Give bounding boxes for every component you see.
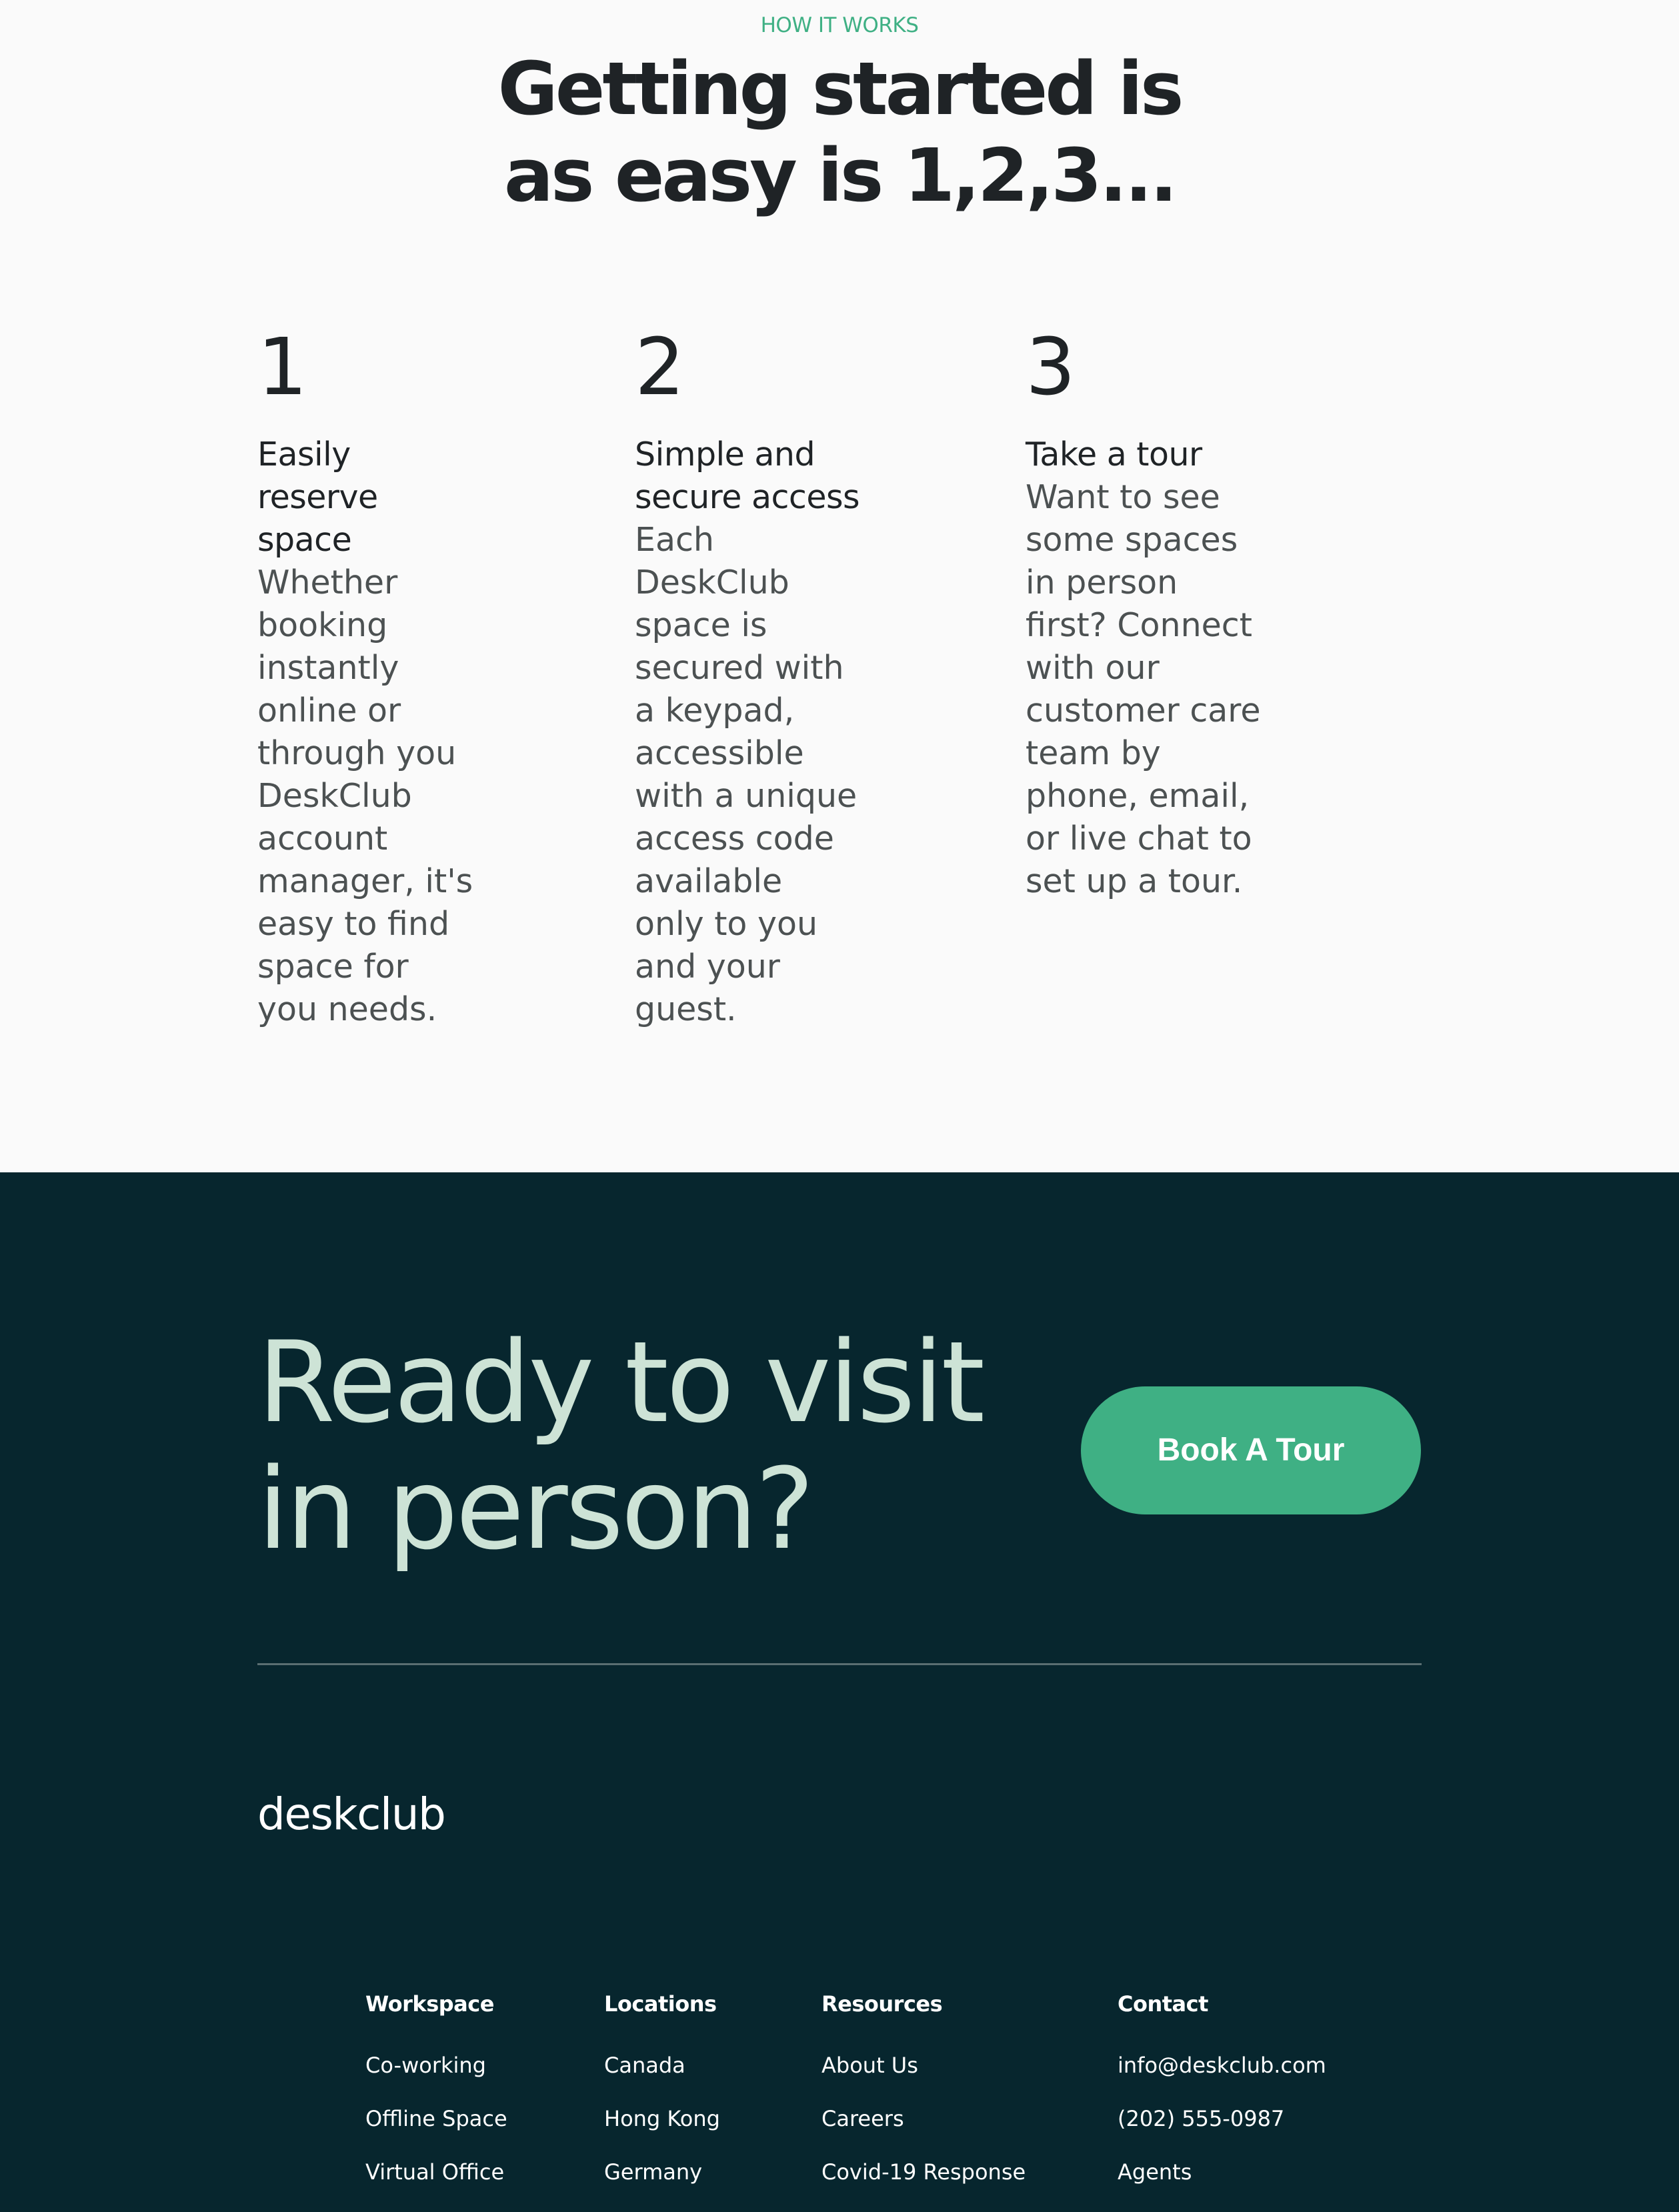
footer-column-locations: Locations Canada Hong Kong Germany xyxy=(604,1991,720,2212)
footer-link-offline-space[interactable]: Offline Space xyxy=(365,2105,507,2132)
footer-divider xyxy=(257,1663,1422,1665)
footer-column-title: Resources xyxy=(821,1991,943,2017)
footer-link-list: info@deskclub.com (202) 555-0987 Agents xyxy=(1118,2052,1326,2185)
step-1: 1 Easily reserve space Whether booking i… xyxy=(257,320,477,1031)
step-2: 2 Simple and secure access Each DeskClub… xyxy=(635,320,862,1031)
step-number: 3 xyxy=(1026,321,1076,413)
step-number: 1 xyxy=(257,321,308,413)
how-it-works-section: HOW IT WORKS Getting started is as easy … xyxy=(0,0,1679,1172)
footer-column-title: Contact xyxy=(1118,1991,1208,2017)
footer-link-list: Canada Hong Kong Germany xyxy=(604,2052,720,2185)
footer-link-list: About Us Careers Covid-19 Response xyxy=(821,2052,1026,2185)
step-description: Whether booking instantly online or thro… xyxy=(257,564,473,1028)
step-3: 3 Take a tour Want to see some spaces in… xyxy=(1026,320,1266,903)
footer-link-covid-response[interactable]: Covid-19 Response xyxy=(821,2159,1026,2185)
footer-link-agents[interactable]: Agents xyxy=(1118,2159,1326,2185)
section-headline-text: Getting started is as easy is 1,2,3... xyxy=(497,46,1184,218)
cta-footer-section: Ready to visit in person? Book A Tour de… xyxy=(0,1172,1679,2212)
footer-link-co-working[interactable]: Co-working xyxy=(365,2052,507,2079)
step-description: Want to see some spaces in person first?… xyxy=(1026,478,1261,900)
footer-column-title: Workspace xyxy=(365,1991,494,2017)
footer-link-virtual-office[interactable]: Virtual Office xyxy=(365,2159,507,2185)
footer-link-about-us[interactable]: About Us xyxy=(821,2052,1026,2079)
footer-column-workspace: Workspace Co-working Offline Space Virtu… xyxy=(365,1991,507,2212)
footer-link-canada[interactable]: Canada xyxy=(604,2052,720,2079)
footer-column-resources: Resources About Us Careers Covid-19 Resp… xyxy=(821,1991,1026,2212)
deskclub-logo[interactable]: deskclub xyxy=(257,1786,446,1843)
footer-link-careers[interactable]: Careers xyxy=(821,2105,1026,2132)
step-number: 2 xyxy=(635,321,685,413)
section-headline: Getting started is as easy is 1,2,3... xyxy=(0,45,1679,219)
footer-link-email[interactable]: info@deskclub.com xyxy=(1118,2052,1326,2079)
cta-heading: Ready to visit in person? xyxy=(257,1317,985,1574)
footer-link-hong-kong[interactable]: Hong Kong xyxy=(604,2105,720,2132)
step-description: Each DeskClub space is secured with a ke… xyxy=(635,521,858,1028)
footer-link-list: Co-working Offline Space Virtual Office xyxy=(365,2052,507,2185)
footer-column-title: Locations xyxy=(604,1991,717,2017)
book-tour-button[interactable]: Book A Tour xyxy=(1081,1386,1421,1514)
footer-link-germany[interactable]: Germany xyxy=(604,2159,720,2185)
step-title: Easily reserve space xyxy=(257,435,378,559)
step-title: Take a tour xyxy=(1026,435,1202,473)
footer-link-phone[interactable]: (202) 555-0987 xyxy=(1118,2105,1326,2132)
section-eyebrow: HOW IT WORKS xyxy=(760,13,919,37)
step-title: Simple and secure access xyxy=(635,435,860,516)
footer-column-contact: Contact info@deskclub.com (202) 555-0987… xyxy=(1118,1991,1326,2212)
